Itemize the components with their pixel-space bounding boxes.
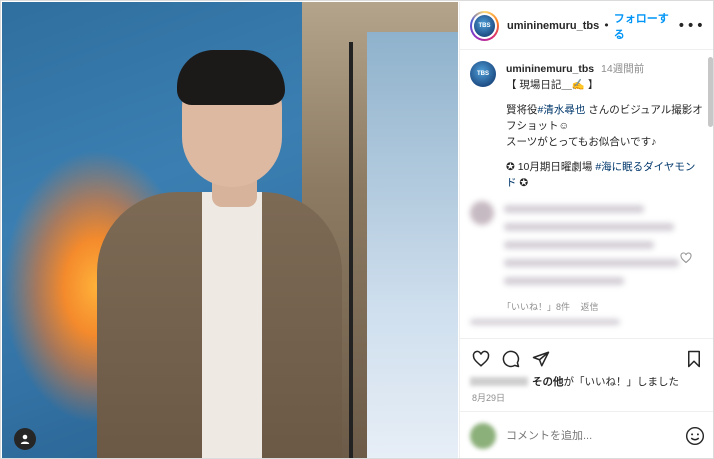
caption-p4-prefix: ✪ 10月期日曜劇場	[506, 161, 593, 173]
caption-username[interactable]: umininemuru_tbs	[506, 63, 594, 75]
comment-icon[interactable]	[500, 348, 522, 370]
post-date: 8月29日	[472, 393, 506, 403]
share-icon[interactable]	[530, 348, 552, 370]
caption-scrollbar[interactable]	[708, 57, 713, 127]
caption-p4-suffix: ✪	[519, 177, 529, 189]
liked-by-suffix: が「いいね！」しました	[563, 376, 680, 388]
header-separator: •	[603, 19, 610, 32]
account-avatar[interactable]: TBS	[470, 10, 499, 41]
bookmark-icon[interactable]	[683, 348, 705, 370]
post-photo[interactable]	[2, 2, 458, 458]
caption-area: TBS umininemuru_tbs 14週間前 【 現場日記＿✍ 】 賢将役…	[460, 51, 713, 334]
post-header: TBS umininemuru_tbs • フォローする •••	[460, 2, 713, 50]
heart-icon[interactable]	[470, 348, 492, 370]
comment-box	[460, 411, 713, 458]
avatar-logo-text: TBS	[478, 22, 491, 29]
liked-by-others[interactable]: その他	[532, 374, 564, 389]
hashtag-link-actor[interactable]: #清水尋也	[538, 104, 586, 116]
follow-button[interactable]: フォローする	[614, 10, 677, 42]
commenter-avatar	[470, 422, 496, 449]
action-bar	[460, 338, 713, 378]
comment-input[interactable]	[506, 429, 685, 442]
post-window: TBS umininemuru_tbs • フォローする ••• TBS umi…	[0, 0, 714, 459]
caption-p3: スーツがとってもお似合いです♪	[506, 136, 657, 148]
photo-light-stand	[349, 42, 353, 458]
liked-by-user-blurred	[470, 377, 528, 386]
header-username[interactable]: umininemuru_tbs	[507, 20, 599, 32]
caption-line1: 【 現場日記＿✍ 】	[506, 79, 599, 91]
more-options-button[interactable]: •••	[677, 18, 705, 34]
person-tag-icon[interactable]	[14, 428, 36, 450]
comment-meta: 「いいね！」8件 返信	[502, 300, 607, 313]
caption-avatar[interactable]: TBS	[470, 61, 496, 87]
photo-subject-shirt	[202, 192, 262, 458]
caption-time: 14週間前	[601, 63, 645, 75]
liked-by-row: その他 が「いいね！」しました	[470, 374, 679, 389]
photo-sky-backdrop	[367, 32, 458, 458]
caption-text: umininemuru_tbs 14週間前 【 現場日記＿✍ 】 賢将役#清水尋…	[506, 61, 705, 191]
comment-reply[interactable]: 返信	[581, 302, 599, 312]
photo-subject-hair	[177, 50, 285, 105]
comment-like-heart-icon[interactable]	[680, 249, 692, 268]
post-side-panel: TBS umininemuru_tbs • フォローする ••• TBS umi…	[459, 2, 713, 458]
emoji-icon[interactable]	[685, 426, 705, 446]
comment-likes[interactable]: 「いいね！」8件	[502, 302, 570, 312]
caption-p2-prefix: 賢将役	[506, 104, 538, 116]
